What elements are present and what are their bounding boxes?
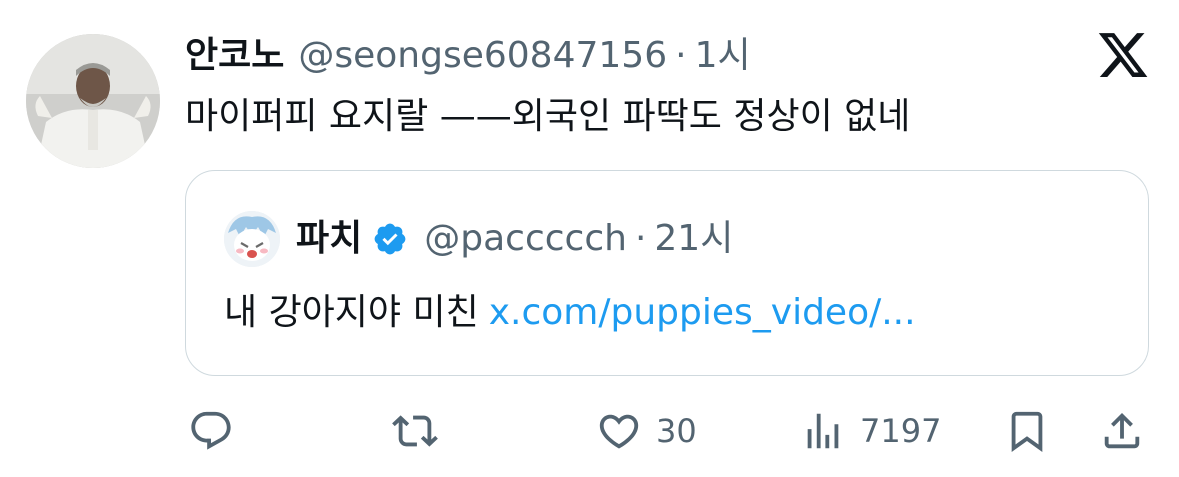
author-avatar[interactable] — [26, 34, 160, 168]
bookmark-icon — [1011, 411, 1043, 452]
quoted-author-name[interactable]: 파치 — [296, 213, 362, 265]
quoted-author-handle[interactable]: @paccccch — [424, 213, 627, 265]
x-logo-icon[interactable] — [1096, 28, 1150, 82]
like-count: 30 — [656, 412, 697, 450]
views-icon — [807, 413, 839, 449]
verified-badge-icon — [374, 223, 406, 255]
quoted-tweet-text-line: 내 강아지야 미친 x.com/puppies_video/... — [224, 287, 916, 339]
heart-icon — [599, 414, 639, 449]
quoted-tweet-text: 내 강아지야 미친 — [224, 292, 479, 333]
author-name[interactable]: 안코노 — [185, 30, 284, 82]
share-icon — [1104, 412, 1140, 449]
tweet-text: 마이퍼피 요지랄 ——외국인 파딱도 정상이 없네 — [185, 96, 911, 137]
quoted-header-separator: · — [634, 218, 647, 259]
quoted-avatar-image — [224, 211, 280, 267]
reply-button[interactable] — [188, 400, 234, 462]
bookmark-button[interactable] — [1004, 400, 1050, 462]
tweet-action-bar: 30 7197 — [0, 400, 1179, 462]
quoted-tweet-header: 파치 @paccccch · 21시 — [296, 213, 733, 265]
author-avatar-image — [26, 34, 160, 168]
reply-icon — [191, 411, 231, 450]
retweet-button[interactable] — [392, 400, 438, 462]
quoted-tweet-timestamp[interactable]: 21시 — [654, 213, 733, 265]
author-handle[interactable]: @seongse60847156 — [298, 30, 667, 82]
quoted-author-avatar[interactable] — [224, 211, 280, 267]
header-separator: · — [675, 35, 687, 76]
quoted-tweet-card[interactable]: 파치 @paccccch · 21시 내 강아지야 미친 x.com/puppie… — [185, 170, 1149, 376]
tweet-header: 안코노 @seongse60847156 · 1시 — [185, 30, 751, 82]
views-count: 7197 — [860, 412, 942, 450]
like-button[interactable]: 30 — [596, 400, 697, 462]
retweet-icon — [392, 415, 438, 447]
views-button[interactable]: 7197 — [800, 400, 941, 462]
tweet-timestamp[interactable]: 1시 — [695, 30, 751, 82]
quoted-tweet-link[interactable]: x.com/puppies_video/... — [489, 292, 916, 333]
share-button[interactable] — [1099, 400, 1145, 462]
